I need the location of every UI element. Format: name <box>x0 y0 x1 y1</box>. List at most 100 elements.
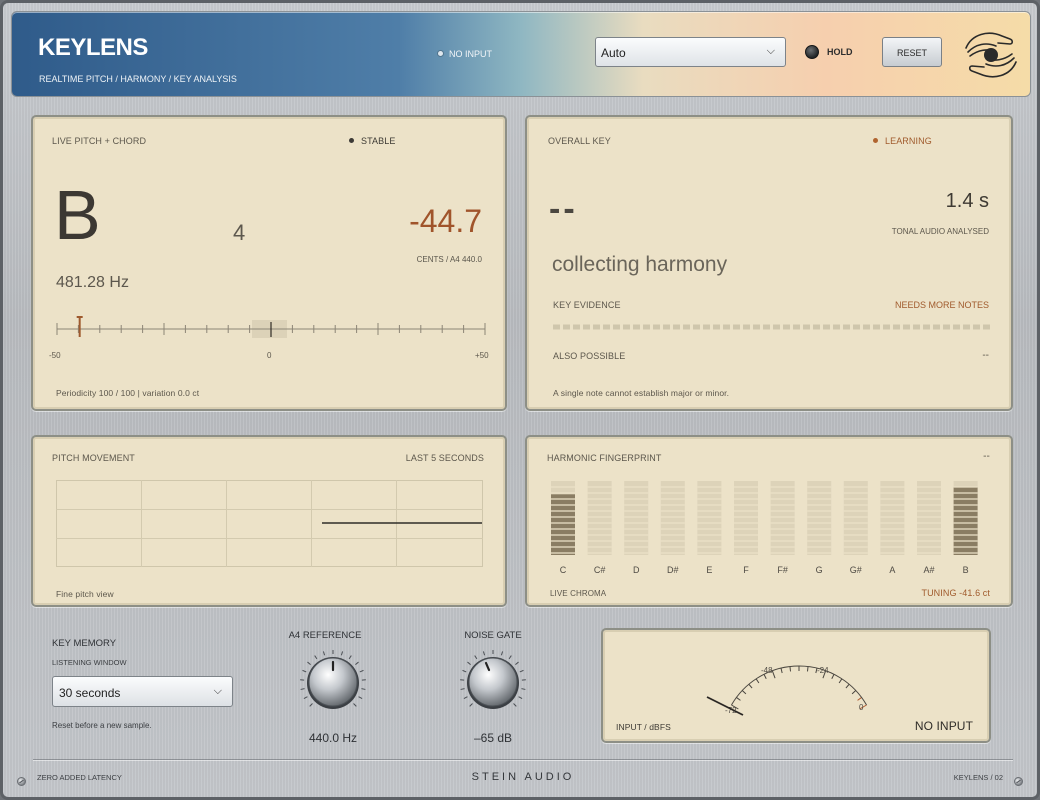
version-label: KEYLENS / 02 <box>953 773 1003 782</box>
chroma-bar-track <box>770 481 795 555</box>
scale-mid-label: 0 <box>267 351 272 360</box>
live-chroma-label: LIVE CHROMA <box>550 589 607 598</box>
meter-scale-label: -24 <box>817 666 829 675</box>
reset-hint: Reset before a new sample. <box>52 721 152 730</box>
tuner-scale <box>56 316 486 338</box>
status-dot-icon <box>438 51 443 56</box>
scale-min-label: -50 <box>49 351 61 360</box>
key-hint: A single note cannot establish major or … <box>553 388 730 398</box>
range-label: LAST 5 SECONDS <box>405 453 484 463</box>
chevron-down-icon: ⌵ <box>766 45 775 57</box>
panel-title: HARMONIC FINGERPRINT <box>547 453 662 463</box>
chroma-note-label: C <box>559 565 567 575</box>
panel-title: OVERALL KEY <box>548 136 611 146</box>
tuning-readout: TUNING -41.6 ct <box>921 588 990 598</box>
chroma-bar-track <box>697 481 722 555</box>
header-bar: KEYLENS REALTIME PITCH / HARMONY / KEY A… <box>11 11 1031 97</box>
also-possible-label: ALSO POSSIBLE <box>553 351 626 361</box>
evidence-note: NEEDS MORE NOTES <box>894 300 989 310</box>
scale-max-label: +50 <box>475 351 489 360</box>
meter-scale-label: -48 <box>761 666 773 675</box>
chroma-bar-track <box>807 481 832 555</box>
note-name: B <box>54 176 101 254</box>
vu-meter-dial: -72 -48 -24 0 <box>706 665 867 716</box>
status-dot-icon <box>349 138 354 143</box>
pitch-history-plot <box>56 480 483 567</box>
chroma-note-label: F <box>743 565 749 575</box>
mode-select[interactable]: Auto ⌵ <box>595 37 786 67</box>
octave-number: 4 <box>233 220 246 245</box>
meter-label: INPUT / dBFS <box>616 722 671 732</box>
input-status-label: NO INPUT <box>449 49 493 59</box>
meter-status: NO INPUT <box>914 719 973 733</box>
hands-circle-icon <box>965 32 1017 78</box>
pitch-movement-panel: PITCH MOVEMENT LAST 5 SECONDS Fine pitch… <box>31 435 507 607</box>
chroma-note-label: D <box>632 565 640 575</box>
reset-button[interactable]: RESET <box>882 37 942 67</box>
mode-select-value: Auto <box>601 46 626 60</box>
a4-reference-title: A4 REFERENCE <box>288 630 362 641</box>
live-pitch-panel: LIVE PITCH + CHORD STABLE B 4 -44.7 CENT… <box>31 115 507 411</box>
screw-icon <box>17 777 26 786</box>
fingerprint-value: -- <box>983 451 990 462</box>
chroma-bar-track <box>624 481 649 555</box>
frequency-readout: 481.28 Hz <box>56 274 129 291</box>
learning-label: LEARNING <box>885 136 932 146</box>
stability-label: STABLE <box>361 136 396 146</box>
chroma-note-label: D# <box>667 565 679 575</box>
stability-status: STABLE <box>349 136 395 146</box>
chroma-note-label: B <box>962 565 969 575</box>
a4-reference-knob[interactable] <box>298 648 368 718</box>
brand-name: STEIN AUDIO <box>471 771 575 783</box>
app-title: KEYLENS <box>38 34 148 61</box>
hold-button[interactable] <box>805 45 819 59</box>
chroma-bar-track <box>587 481 612 555</box>
chroma-bars <box>551 481 978 555</box>
also-possible-value: -- <box>982 350 989 361</box>
a4-reference-value: 440.0 Hz <box>308 731 358 745</box>
input-status: NO INPUT <box>438 49 492 59</box>
listening-window-label: LISTENING WINDOW <box>52 658 127 667</box>
cents-value: -44.7 <box>409 203 482 239</box>
meter-ticks <box>731 665 867 710</box>
key-memory-title: KEY MEMORY <box>52 638 117 649</box>
footer-divider <box>33 759 1013 760</box>
chroma-note-label: E <box>706 565 713 575</box>
key-status-text: collecting harmony <box>552 253 728 276</box>
input-meter-panel: -72 -48 -24 0 INPUT / dBFS NO INPUT <box>601 628 991 743</box>
chroma-note-label: C# <box>593 565 606 575</box>
key-evidence-label: KEY EVIDENCE <box>553 300 621 310</box>
chroma-note-label: F# <box>777 565 788 575</box>
pitch-needle <box>76 316 83 337</box>
screw-icon <box>1014 777 1023 786</box>
chevron-down-icon: ⌵ <box>213 685 222 697</box>
panel-title: LIVE PITCH + CHORD <box>52 136 147 146</box>
app-window: KEYLENS REALTIME PITCH / HARMONY / KEY A… <box>0 0 1040 800</box>
chroma-note-label: G# <box>849 565 862 575</box>
noise-gate-value: –65 dB <box>473 731 513 745</box>
chroma-note-label: A# <box>923 565 935 575</box>
noise-gate-knob[interactable] <box>458 648 528 718</box>
hold-label: HOLD <box>827 47 853 57</box>
chroma-note-label: A <box>889 565 896 575</box>
chroma-bar-track <box>734 481 758 555</box>
panel-title: PITCH MOVEMENT <box>52 453 135 463</box>
meter-scale-label: 0 <box>859 703 864 712</box>
periodicity-readout: Periodicity 100 / 100 | variation 0.0 ct <box>56 388 200 398</box>
listening-window-select[interactable]: 30 seconds ⌵ <box>52 676 233 707</box>
analysed-time: 1.4 s <box>945 190 989 212</box>
status-dot-icon <box>873 138 878 143</box>
chroma-bar-C <box>551 494 575 555</box>
cents-reference: CENTS / A4 440.0 <box>416 255 482 264</box>
chroma-bar-track <box>917 481 941 555</box>
analysed-label: TONAL AUDIO ANALYSED <box>891 227 989 236</box>
chroma-bar-track <box>880 481 905 555</box>
noise-gate-title: NOISE GATE <box>464 630 522 641</box>
key-evidence-bar <box>553 324 991 330</box>
detected-key: -- <box>549 190 578 228</box>
latency-note: ZERO ADDED LATENCY <box>37 773 122 782</box>
chroma-bar-track <box>843 481 868 555</box>
app-subtitle: REALTIME PITCH / HARMONY / KEY ANALYSIS <box>39 74 237 84</box>
chroma-bar-track <box>660 481 685 555</box>
learning-status: LEARNING <box>873 136 932 146</box>
